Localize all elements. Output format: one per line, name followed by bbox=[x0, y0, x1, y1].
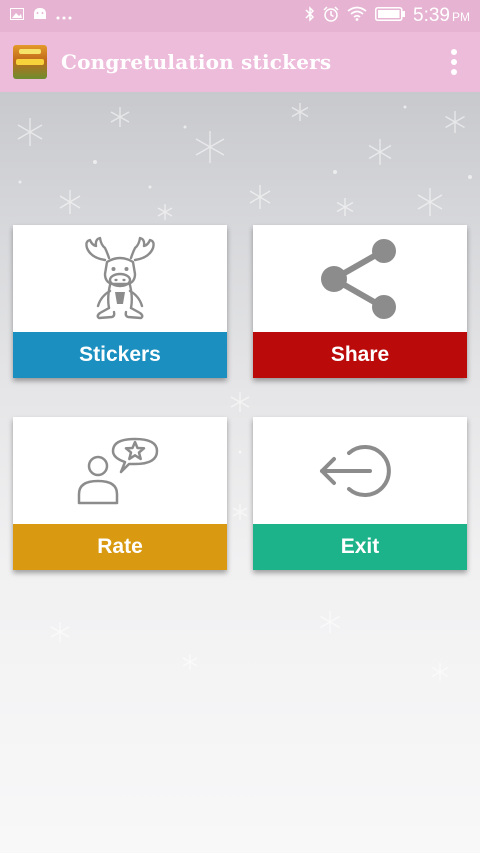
bluetooth-icon bbox=[305, 5, 315, 27]
exit-icon bbox=[253, 417, 467, 524]
battery-icon bbox=[375, 6, 406, 26]
exit-tile[interactable]: Exit bbox=[253, 417, 467, 570]
clock-time: 5:39 bbox=[413, 5, 450, 26]
stickers-label: Stickers bbox=[13, 332, 227, 378]
alarm-icon bbox=[323, 5, 339, 27]
rate-label: Rate bbox=[13, 524, 227, 570]
image-icon bbox=[10, 7, 24, 25]
overflow-menu-icon[interactable] bbox=[434, 42, 474, 82]
stickers-tile[interactable]: Stickers bbox=[13, 225, 227, 378]
app-title: Congretulation stickers bbox=[61, 50, 332, 74]
main-content: Stickers Share Rate Exit bbox=[0, 92, 480, 853]
rate-user-star-icon bbox=[13, 417, 227, 524]
share-icon bbox=[253, 225, 467, 332]
rate-tile[interactable]: Rate bbox=[13, 417, 227, 570]
android-icon bbox=[33, 7, 47, 25]
share-label: Share bbox=[253, 332, 467, 378]
status-bar: 5:39 PM bbox=[0, 0, 480, 32]
more-dots-icon bbox=[56, 7, 72, 25]
wifi-icon bbox=[347, 6, 367, 26]
share-tile[interactable]: Share bbox=[253, 225, 467, 378]
clock-ampm: PM bbox=[452, 10, 470, 24]
app-bar: Congretulation stickers bbox=[0, 32, 480, 92]
app-logo-icon bbox=[13, 45, 47, 79]
moose-icon bbox=[13, 225, 227, 332]
exit-label: Exit bbox=[253, 524, 467, 570]
